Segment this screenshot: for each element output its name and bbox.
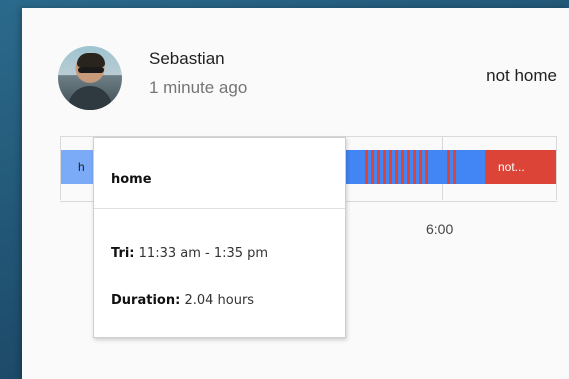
segment-not-home[interactable]: [453, 150, 456, 184]
avatar-glasses: [78, 67, 104, 73]
segment-not-home[interactable]: [395, 150, 398, 184]
tooltip-time-range: Tri: 11:33 am - 1:35 pm: [111, 246, 268, 261]
segment-tooltip: home Tri: 11:33 am - 1:35 pm Duration: 2…: [93, 137, 346, 338]
segment-not-home[interactable]: [447, 150, 450, 184]
person-name[interactable]: Sebastian: [149, 49, 225, 69]
timeline-gridline: [556, 136, 557, 200]
avatar-body: [68, 86, 112, 110]
tooltip-title: home: [111, 172, 152, 187]
segment-label-end: not...: [498, 160, 525, 174]
tooltip-divider: [94, 208, 345, 209]
segment-not-home[interactable]: [377, 150, 380, 184]
segment-not-home[interactable]: [419, 150, 422, 184]
segment-not-home[interactable]: [407, 150, 410, 184]
segment-not-home[interactable]: [413, 150, 416, 184]
axis-tick-label: 6:00: [426, 221, 454, 237]
tooltip-duration: Duration: 2.04 hours: [111, 293, 254, 308]
tooltip-duration-label: Duration:: [111, 293, 181, 308]
segment-not-home[interactable]: [365, 150, 368, 184]
segment-not-home[interactable]: [425, 150, 428, 184]
tooltip-duration-value: 2.04 hours: [184, 293, 255, 308]
tooltip-range-value: 11:33 am - 1:35 pm: [138, 246, 269, 261]
segment-not-home[interactable]: [371, 150, 374, 184]
avatar[interactable]: [58, 46, 122, 110]
segment-label-start: h: [78, 160, 85, 174]
state-value: not home: [486, 66, 557, 85]
last-changed-time: 1 minute ago: [149, 78, 248, 97]
avatar-hair: [77, 53, 105, 67]
segment-not-home[interactable]: [389, 150, 392, 184]
tooltip-day-label: Tri:: [111, 246, 135, 261]
segment-not-home[interactable]: [383, 150, 386, 184]
segment-not-home[interactable]: [401, 150, 404, 184]
